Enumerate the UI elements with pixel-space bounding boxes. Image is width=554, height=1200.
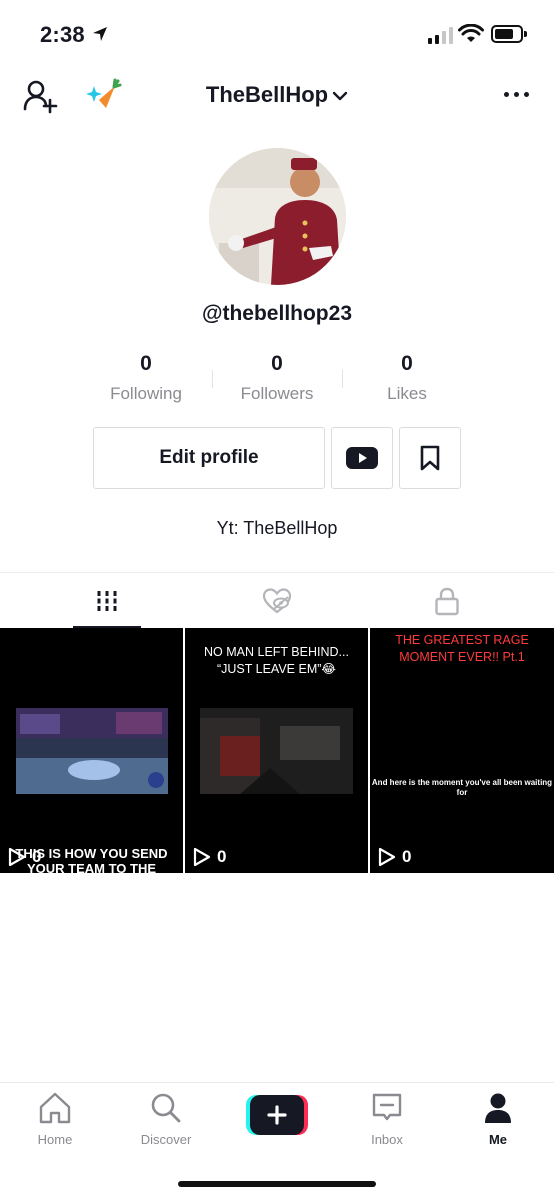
play-icon <box>193 847 211 867</box>
edit-profile-button[interactable]: Edit profile <box>93 427 325 489</box>
grid-icon <box>97 591 117 611</box>
stat-value: 0 <box>401 352 413 375</box>
youtube-button[interactable] <box>331 427 393 489</box>
tab-liked[interactable] <box>185 573 369 629</box>
view-count-value: 0 <box>32 847 42 866</box>
stat-label: Followers <box>240 384 314 403</box>
profile-stats: 0 Following 0 Followers 0 Likes <box>0 352 554 412</box>
nav-label: Inbox <box>371 1132 403 1147</box>
bellhop-avatar-image <box>209 148 346 285</box>
youtube-icon <box>346 447 378 469</box>
more-icon <box>503 91 509 97</box>
lock-icon <box>435 587 459 616</box>
more-button[interactable] <box>496 82 536 106</box>
signal-icon <box>428 26 453 44</box>
profile-handle: @thebellhop23 <box>202 302 352 325</box>
create-button[interactable] <box>246 1095 308 1135</box>
play-icon <box>8 847 26 867</box>
plus-icon <box>267 1105 287 1125</box>
avatar[interactable] <box>209 148 346 285</box>
favorites-button[interactable] <box>399 427 461 489</box>
wifi-icon <box>458 24 484 42</box>
video-caption: THE GREATEST RAGE MOMENT EVER!! Pt.1 <box>395 633 529 664</box>
username-title: TheBellHop <box>205 82 329 107</box>
profile-header: TheBellHop <box>0 70 554 120</box>
stat-following[interactable]: 0 Following <box>81 352 211 404</box>
location-arrow-icon <box>93 27 107 41</box>
video-grid: THIS IS HOW YOU SEND YOUR TEAM TO THE 0 … <box>0 628 554 873</box>
username-switcher[interactable]: TheBellHop <box>0 82 554 108</box>
nav-discover[interactable]: Discover <box>111 1091 221 1147</box>
battery-icon <box>491 25 527 43</box>
home-indicator <box>178 1181 376 1187</box>
status-bar: 2:38 <box>0 0 554 70</box>
liked-hidden-icon <box>262 588 292 614</box>
person-icon <box>485 1093 511 1123</box>
nav-label: Home <box>37 1132 73 1147</box>
status-time: 2:38 <box>40 22 85 47</box>
stat-label: Following <box>110 384 182 403</box>
inbox-icon <box>372 1093 402 1121</box>
search-icon <box>151 1093 181 1123</box>
tab-private[interactable] <box>355 573 539 629</box>
view-count: 0 <box>8 847 41 867</box>
view-count-value: 0 <box>217 847 227 866</box>
nav-inbox[interactable]: Inbox <box>332 1091 442 1147</box>
view-count-value: 0 <box>402 847 412 866</box>
view-count: 0 <box>193 847 226 867</box>
nav-label: Me <box>488 1132 508 1147</box>
view-count: 0 <box>378 847 411 867</box>
stat-label: Likes <box>387 384 427 403</box>
nav-me[interactable]: Me <box>443 1091 553 1147</box>
video-subtitle: And here is the moment you've all been w… <box>371 778 553 797</box>
video-caption: NO MAN LEFT BEHIND... “JUST LEAVE EM”😂 <box>204 645 349 676</box>
play-icon <box>378 847 396 867</box>
nav-label: Discover <box>140 1132 192 1147</box>
chevron-down-icon <box>332 91 348 101</box>
stat-likes[interactable]: 0 Likes <box>342 352 472 404</box>
bookmark-icon <box>420 445 440 471</box>
nav-home[interactable]: Home <box>0 1091 110 1147</box>
stat-value: 0 <box>271 352 283 375</box>
video-thumbnail[interactable]: NO MAN LEFT BEHIND... “JUST LEAVE EM”😂 0 <box>185 628 368 873</box>
video-thumbnail[interactable]: THIS IS HOW YOU SEND YOUR TEAM TO THE 0 <box>0 628 183 873</box>
tab-videos[interactable] <box>15 573 199 629</box>
stat-followers[interactable]: 0 Followers <box>212 352 342 404</box>
profile-bio: Yt: TheBellHop <box>216 518 338 538</box>
video-thumbnail[interactable]: THE GREATEST RAGE MOMENT EVER!! Pt.1 And… <box>370 628 554 873</box>
bottom-nav: Home Discover Inbox Me <box>0 1082 554 1200</box>
rocket-league-screenshot <box>16 708 168 794</box>
content-tabs <box>0 572 554 629</box>
stat-value: 0 <box>140 352 152 375</box>
home-icon <box>39 1092 71 1124</box>
game-screenshot <box>200 708 353 794</box>
